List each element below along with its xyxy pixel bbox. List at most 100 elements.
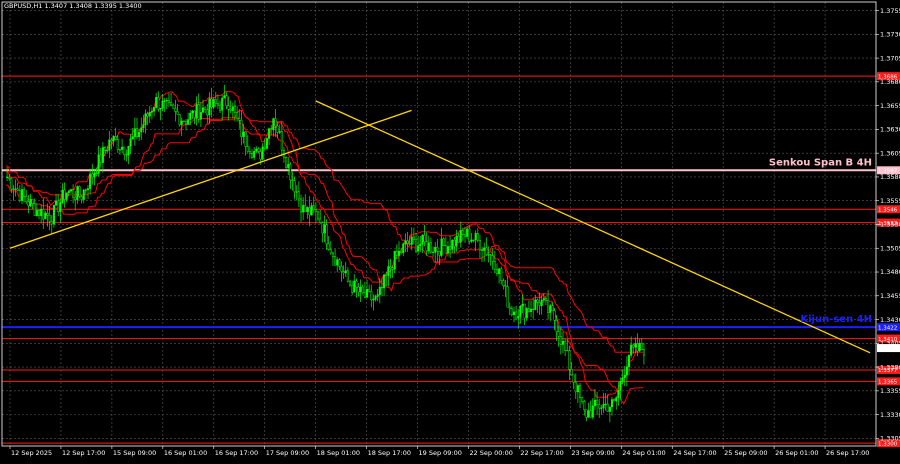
candle-body [210,98,213,108]
candle-body [338,259,341,267]
candle-body [219,104,222,111]
candle-body [521,303,524,307]
candle-body [29,199,32,207]
candle-body [278,131,281,133]
x-tick-label: 24 Sep 17:00 [673,449,716,457]
candle-body [59,202,62,213]
candle-body [131,136,134,140]
candle-body [434,247,437,253]
candle-body [106,150,109,152]
candle-body [178,114,181,125]
candle-body [621,377,624,382]
candle-body [512,311,516,316]
candle-body [206,109,209,116]
x-tick-label: 24 Sep 01:00 [622,449,665,457]
candle-body [576,385,579,393]
candle-body [642,349,645,356]
candle-body [348,280,352,286]
candle-body [299,198,303,213]
candle-body [52,204,55,225]
candle-body [170,102,173,106]
candle-body [135,128,139,137]
candle-body [155,97,158,108]
candle-body [502,280,505,287]
candle-body [372,299,375,301]
candle-body [410,236,413,245]
candle-body [27,201,30,207]
x-tick-label: 23 Sep 09:00 [571,449,614,457]
candle-body [393,250,396,270]
candle-body [342,271,345,274]
candle-body [133,128,136,137]
candle-body [376,294,379,297]
candle-body [104,147,107,151]
candle-body [257,148,260,152]
candle-body [540,299,543,306]
candle-body [221,97,224,111]
candle-body [640,342,643,351]
candle-body [10,178,13,190]
candle-body [483,247,486,251]
candle-body [615,397,618,402]
candle-body [336,259,339,266]
candle-body [495,269,498,274]
trendline[interactable] [9,109,412,249]
candle-body [16,188,19,191]
x-tick-label: 15 Sep 09:00 [113,449,156,457]
candle-body [446,246,449,254]
candle-body [246,146,249,152]
candle-body [395,250,398,256]
candle-body [253,150,256,158]
candle-body [48,215,51,222]
candle-body [608,406,611,412]
candle-body [116,139,119,150]
candle-body [251,153,254,158]
y-tick-label: 1.3330 [880,411,900,419]
candle-body [93,172,96,178]
candle-body [374,296,377,300]
candle-body [589,410,592,418]
candle-body [82,189,85,200]
candle-body [625,366,628,376]
plot-frame [1,1,877,447]
candle-body [244,131,247,147]
level-price-label: 1.3422 [878,325,897,331]
candle-body [551,305,554,312]
x-tick-label: 22 Sep 00:00 [469,449,512,457]
candle-body [157,97,160,110]
candle-body [197,104,200,120]
candle-body [287,164,290,168]
candle-body [536,299,539,303]
candle-body [180,120,183,125]
x-tick-label: 26 Sep 01:00 [775,449,818,457]
candle-body [525,308,528,319]
candle-body [214,99,217,104]
y-tick-label: 1.3680 [880,78,900,86]
candle-body [453,240,456,247]
level-price-label: 1.3546 [878,207,898,213]
candle-body [6,176,9,178]
candle-body [547,299,550,313]
candle-body [485,247,488,255]
candle-body [378,286,381,295]
candle-body [481,249,484,251]
candle-body [46,212,49,216]
candle-body [440,238,443,256]
candle-body [397,250,401,256]
y-tick-label: 1.3655 [880,102,900,110]
candle-body [280,131,283,151]
candle-body [176,111,179,115]
candle-body [65,192,68,200]
candle-body [628,355,631,368]
candle-body [91,173,94,178]
price-chart[interactable]: 1.36861.35871.35461.35321.34221.34101.34… [0,0,900,460]
candle-body [110,139,113,142]
candle-body [523,303,526,319]
candle-body [600,407,603,409]
candle-body [165,100,168,102]
axes: 1.37551.37301.37051.36801.36551.36301.36… [1,1,900,457]
candle-body [321,222,324,234]
candle-body [289,164,292,181]
candle-body [101,147,104,163]
trendline[interactable] [315,100,871,354]
